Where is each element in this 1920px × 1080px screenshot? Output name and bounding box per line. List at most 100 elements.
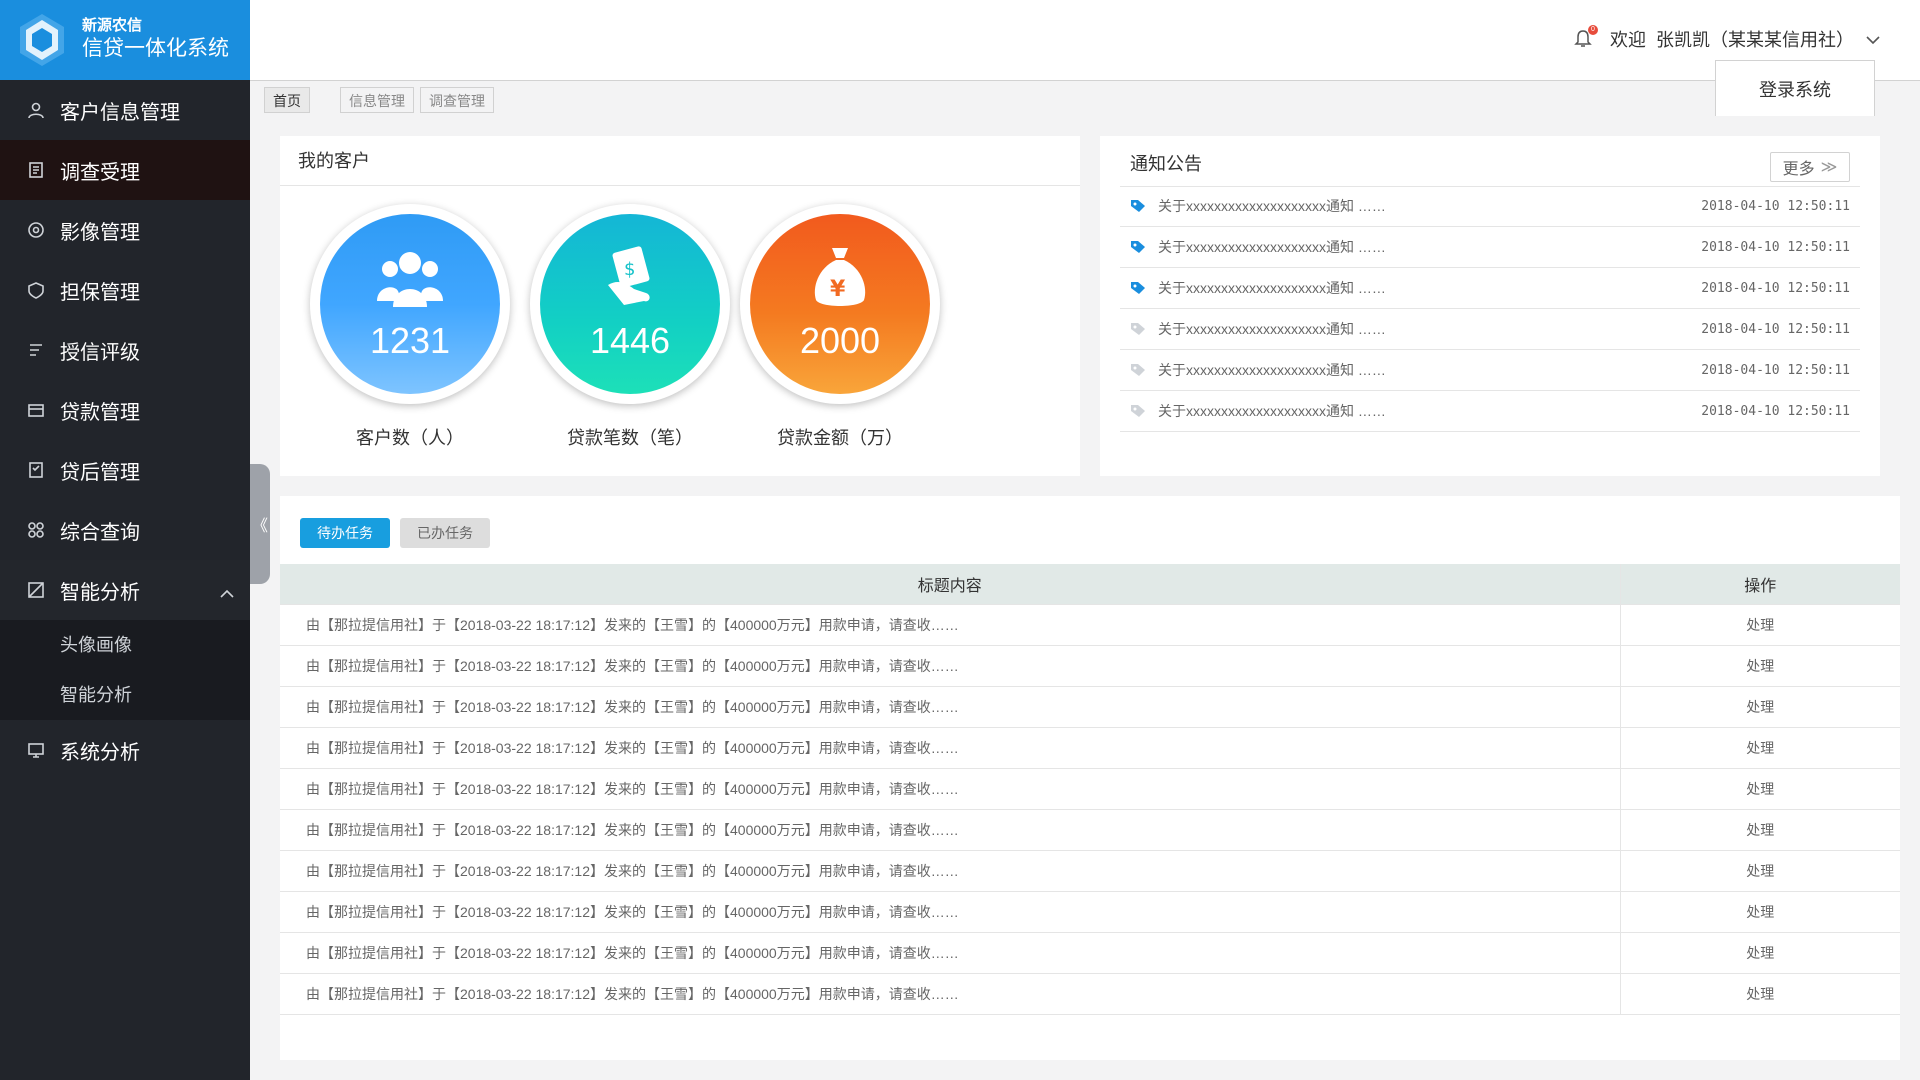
logo-icon [12, 10, 72, 70]
sidebar-item-9[interactable]: 系统分析 [0, 720, 250, 780]
process-button[interactable]: 处理 [1746, 617, 1774, 633]
process-button[interactable]: 处理 [1746, 740, 1774, 756]
tab-done[interactable]: 已办任务 [400, 518, 490, 548]
sidebar-item-2[interactable]: 影像管理 [0, 200, 250, 260]
table-row[interactable]: 由【那拉提信用社】于【2018-03-22 18:17:12】发来的【王雪】的【… [280, 768, 1900, 810]
task-text: 由【那拉提信用社】于【2018-03-22 18:17:12】发来的【王雪】的【… [280, 932, 1620, 974]
submenu: 头像画像 智能分析 [0, 620, 250, 720]
more-label: 更多 [1782, 161, 1815, 178]
loan-icon [26, 400, 46, 420]
table-row[interactable]: 由【那拉提信用社】于【2018-03-22 18:17:12】发来的【王雪】的【… [280, 686, 1900, 728]
logo-subtitle: 新源农信 [82, 17, 143, 34]
notice-row[interactable]: 关于xxxxxxxxxxxxxxxxxxxx通知 …… 2018-04-10 12… [1120, 350, 1860, 391]
table-row[interactable]: 由【那拉提信用社】于【2018-03-22 18:17:12】发来的【王雪】的【… [280, 850, 1900, 892]
tag-icon [1130, 404, 1146, 418]
stat-circle[interactable]: 1231 [310, 204, 510, 404]
sidebar-item-label: 客户信息管理 [60, 101, 180, 124]
table-row[interactable]: 由【那拉提信用社】于【2018-03-22 18:17:12】发来的【王雪】的【… [280, 932, 1900, 974]
user-icon [26, 100, 46, 120]
rating-icon [26, 340, 46, 360]
task-text: 由【那拉提信用社】于【2018-03-22 18:17:12】发来的【王雪】的【… [280, 604, 1620, 646]
sidebar-item-6[interactable]: 贷后管理 [0, 440, 250, 500]
table-row[interactable]: 由【那拉提信用社】于【2018-03-22 18:17:12】发来的【王雪】的【… [280, 891, 1900, 933]
table-row[interactable]: 由【那拉提信用社】于【2018-03-22 18:17:12】发来的【王雪】的【… [280, 973, 1900, 1015]
process-button[interactable]: 处理 [1746, 822, 1774, 838]
notice-list: 关于xxxxxxxxxxxxxxxxxxxx通知 …… 2018-04-10 12… [1120, 186, 1860, 432]
process-button[interactable]: 处理 [1746, 986, 1774, 1002]
notice-title: 关于xxxxxxxxxxxxxxxxxxxx通知 …… [1158, 239, 1386, 255]
stat-circle-fill: 1231 [320, 214, 500, 394]
notice-row[interactable]: 关于xxxxxxxxxxxxxxxxxxxx通知 …… 2018-04-10 12… [1120, 186, 1860, 227]
process-button[interactable]: 处理 [1746, 658, 1774, 674]
tasks-panel: 待办任务 已办任务 标题内容 操作 由【那拉提信用社】于【2018-03-22 … [280, 496, 1900, 1060]
logo[interactable]: 新源农信 信贷一体化系统 [0, 0, 250, 80]
stat-circle[interactable]: ¥2000 [740, 204, 940, 404]
notice-date: 2018-04-10 12:50:11 [1701, 362, 1850, 378]
task-text: 由【那拉提信用社】于【2018-03-22 18:17:12】发来的【王雪】的【… [280, 809, 1620, 851]
tab-todo[interactable]: 待办任务 [300, 518, 390, 548]
sidebar-item-7[interactable]: 综合查询 [0, 500, 250, 560]
submenu-item[interactable]: 智能分析 [0, 670, 250, 720]
sidebar-item-4[interactable]: 授信评级 [0, 320, 250, 380]
notice-row[interactable]: 关于xxxxxxxxxxxxxxxxxxxx通知 …… 2018-04-10 12… [1120, 309, 1860, 350]
process-button[interactable]: 处理 [1746, 904, 1774, 920]
sidebar-nav: 客户信息管理 调查受理 影像管理 担保管理 授信评级 贷款管理 贷后管理 综合查询 智能分析 头像… [0, 80, 250, 780]
notice-row[interactable]: 关于xxxxxxxxxxxxxxxxxxxx通知 …… 2018-04-10 12… [1120, 268, 1860, 309]
tab-home[interactable]: 首页 [264, 87, 310, 113]
table-row[interactable]: 由【那拉提信用社】于【2018-03-22 18:17:12】发来的【王雪】的【… [280, 645, 1900, 687]
table-row[interactable]: 由【那拉提信用社】于【2018-03-22 18:17:12】发来的【王雪】的【… [280, 727, 1900, 769]
task-text: 由【那拉提信用社】于【2018-03-22 18:17:12】发来的【王雪】的【… [280, 891, 1620, 933]
process-button[interactable]: 处理 [1746, 945, 1774, 961]
tag-icon [1130, 240, 1146, 254]
notice-row[interactable]: 关于xxxxxxxxxxxxxxxxxxxx通知 …… 2018-04-10 12… [1120, 227, 1860, 268]
process-button[interactable]: 处理 [1746, 781, 1774, 797]
stat-label: 客户数（人） [356, 428, 464, 448]
notice-date: 2018-04-10 12:50:11 [1701, 239, 1850, 255]
table-row[interactable]: 由【那拉提信用社】于【2018-03-22 18:17:12】发来的【王雪】的【… [280, 809, 1900, 851]
bell-icon[interactable]: 0 [1574, 25, 1598, 49]
image-icon [26, 220, 46, 240]
customers-icon [375, 242, 445, 312]
login-system-tab[interactable]: 登录系统 [1715, 60, 1875, 116]
sidebar-item-5[interactable]: 贷款管理 [0, 380, 250, 440]
svg-text:¥: ¥ [830, 277, 846, 302]
sidebar-collapse-handle[interactable]: 《 [250, 464, 270, 584]
notice-title: 关于xxxxxxxxxxxxxxxxxxxx通知 …… [1158, 280, 1386, 296]
sidebar-item-label: 贷款管理 [60, 401, 140, 424]
sidebar-item-8[interactable]: 智能分析 [0, 560, 250, 620]
top-header: 0 欢迎 张凯凯（某某某信用社） [250, 0, 1920, 80]
sidebar-item-1[interactable]: 调查受理 [0, 140, 250, 200]
more-button[interactable]: 更多 ≫ [1770, 152, 1850, 182]
process-button[interactable]: 处理 [1746, 699, 1774, 715]
task-table: 标题内容 操作 由【那拉提信用社】于【2018-03-22 18:17:12】发… [280, 564, 1900, 1015]
notice-date: 2018-04-10 12:50:11 [1701, 321, 1850, 337]
notice-title: 关于xxxxxxxxxxxxxxxxxxxx通知 …… [1158, 362, 1386, 378]
column-header-action: 操作 [1619, 564, 1900, 605]
user-name[interactable]: 张凯凯（某某某信用社） [1656, 26, 1854, 52]
stat-label: 贷款金额（万） [777, 428, 903, 448]
chevron-up-icon [220, 582, 234, 605]
sidebar-item-label: 授信评级 [60, 341, 140, 364]
notice-title: 关于xxxxxxxxxxxxxxxxxxxx通知 …… [1158, 403, 1386, 419]
task-text: 由【那拉提信用社】于【2018-03-22 18:17:12】发来的【王雪】的【… [280, 686, 1620, 728]
submenu-item[interactable]: 头像画像 [0, 620, 250, 670]
chevron-down-icon[interactable] [1866, 29, 1880, 50]
post-loan-icon [26, 460, 46, 480]
table-row[interactable]: 由【那拉提信用社】于【2018-03-22 18:17:12】发来的【王雪】的【… [280, 604, 1900, 646]
logo-title: 信贷一体化系统 [82, 37, 229, 60]
sidebar-item-0[interactable]: 客户信息管理 [0, 80, 250, 140]
notice-row[interactable]: 关于xxxxxxxxxxxxxxxxxxxx通知 …… 2018-04-10 12… [1120, 391, 1860, 432]
tag-icon [1130, 199, 1146, 213]
stat-circle[interactable]: $1446 [530, 204, 730, 404]
sidebar-item-label: 影像管理 [60, 221, 140, 244]
task-text: 由【那拉提信用社】于【2018-03-22 18:17:12】发来的【王雪】的【… [280, 727, 1620, 769]
tab-survey-management[interactable]: 调查管理 [420, 87, 494, 113]
double-chevron-right-icon: ≫ [1820, 159, 1838, 176]
sidebar-item-3[interactable]: 担保管理 [0, 260, 250, 320]
tab-info-management[interactable]: 信息管理 [340, 87, 414, 113]
process-button[interactable]: 处理 [1746, 863, 1774, 879]
panel-title: 我的客户 [280, 136, 1080, 186]
notice-date: 2018-04-10 12:50:11 [1701, 198, 1850, 214]
stat-value: 2000 [799, 320, 881, 361]
welcome-text: 欢迎 [1610, 30, 1646, 50]
